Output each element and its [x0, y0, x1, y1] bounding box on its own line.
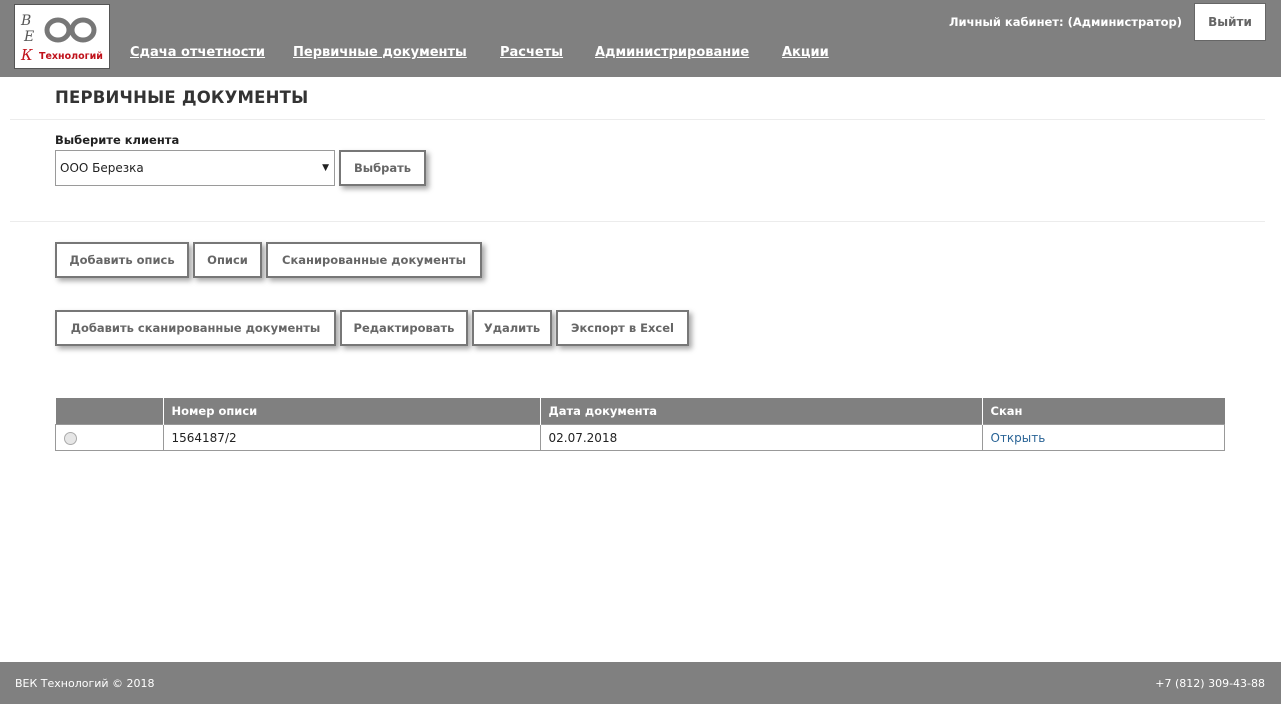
logo-letter-v: В: [20, 13, 31, 29]
add-inventory-button[interactable]: Добавить опись: [55, 242, 189, 278]
client-select[interactable]: ООО Березка ▼: [55, 150, 335, 186]
logo-letter-k: К: [20, 46, 33, 64]
infinity-icon: [44, 17, 97, 43]
phone-number: +7 (812) 309-43-88: [1155, 677, 1265, 690]
column-header-number[interactable]: Номер описи: [163, 398, 541, 425]
scanned-documents-button[interactable]: Сканированные документы: [266, 242, 482, 278]
divider: [10, 119, 1265, 120]
page-title: ПЕРВИЧНЫЕ ДОКУМЕНТЫ: [55, 88, 309, 107]
company-logo[interactable]: В Е К Технологий: [14, 4, 110, 69]
inventory-number-cell: 1564187/2: [162, 424, 541, 451]
nav-calculations[interactable]: Расчеты: [500, 45, 563, 60]
top-header: В Е К Технологий Сдача отчетности Первич…: [0, 0, 1281, 77]
delete-button[interactable]: Удалить: [472, 310, 552, 346]
export-excel-button[interactable]: Экспорт в Excel: [556, 310, 689, 346]
column-header-scan[interactable]: Скан: [982, 398, 1225, 425]
logo-letter-e: Е: [23, 29, 34, 45]
logo-text: Технологий: [39, 51, 103, 62]
scan-cell: Открыть: [981, 424, 1225, 451]
document-date-cell: 02.07.2018: [539, 424, 983, 451]
select-client-button[interactable]: Выбрать: [339, 150, 426, 186]
edit-button[interactable]: Редактировать: [340, 310, 468, 346]
inventory-table: Номер описи Дата документа Скан 1564187/…: [55, 398, 1225, 451]
client-select-value: ООО Березка: [60, 161, 144, 175]
account-label: Личный кабинет: (Администратор): [949, 15, 1183, 29]
column-header-select: [55, 398, 164, 425]
copyright-text: ВЕК Технологий © 2018: [15, 677, 155, 690]
open-scan-link[interactable]: Открыть: [991, 431, 1046, 445]
inventories-button[interactable]: Описи: [193, 242, 262, 278]
nav-reporting[interactable]: Сдача отчетности: [130, 45, 265, 60]
nav-administration[interactable]: Администрирование: [595, 45, 749, 60]
divider: [10, 221, 1265, 222]
row-radio-button[interactable]: [64, 431, 77, 445]
dropdown-arrow-icon: ▼: [322, 163, 329, 173]
logout-button[interactable]: Выйти: [1194, 3, 1266, 41]
add-scanned-documents-button[interactable]: Добавить сканированные документы: [55, 310, 336, 346]
nav-promotions[interactable]: Акции: [782, 45, 829, 60]
nav-primary-documents[interactable]: Первичные документы: [293, 45, 467, 60]
page-footer: ВЕК Технологий © 2018 +7 (812) 309-43-88: [0, 662, 1281, 704]
table-row[interactable]: 1564187/2 02.07.2018 Открыть: [55, 424, 1225, 451]
column-header-date[interactable]: Дата документа: [540, 398, 983, 425]
row-select-cell: [55, 424, 164, 451]
client-select-label: Выберите клиента: [55, 133, 180, 147]
table-header-row: Номер описи Дата документа Скан: [55, 398, 1225, 425]
